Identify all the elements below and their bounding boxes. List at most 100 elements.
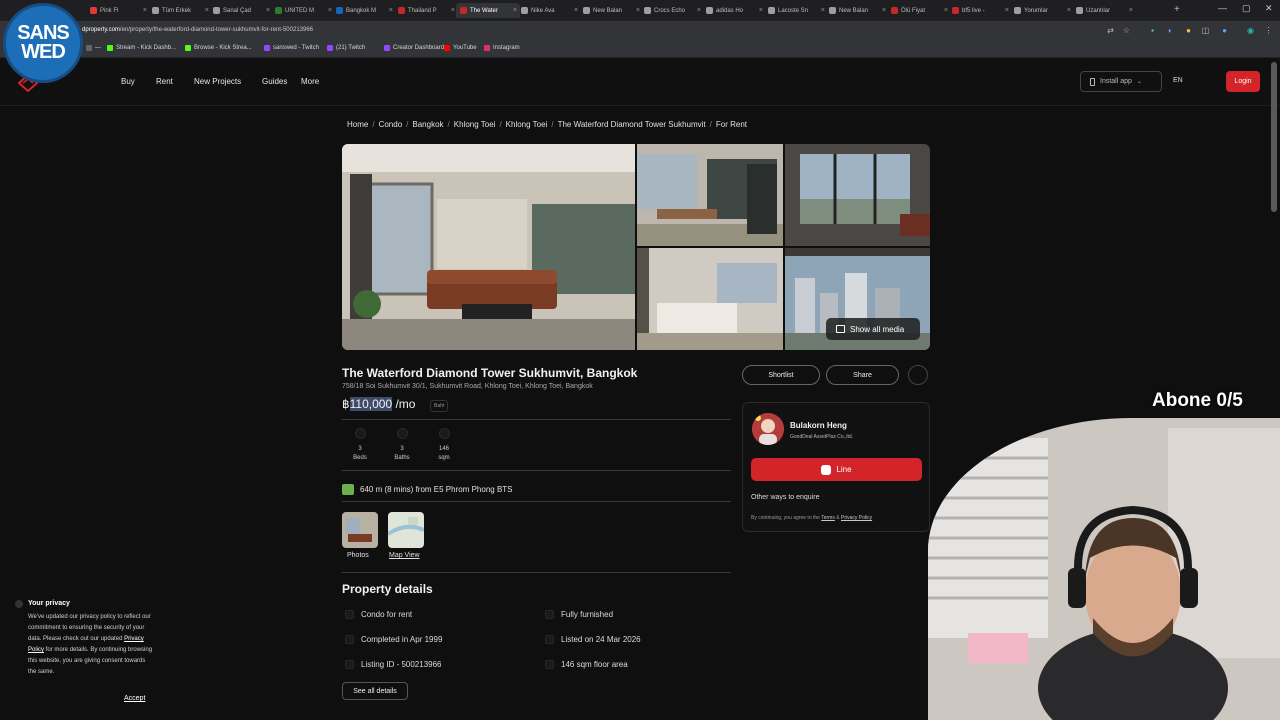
other-ways-link[interactable]: Other ways to enquire (751, 494, 819, 501)
sync-icon[interactable]: ◉ (1246, 26, 1255, 35)
bookmark-item[interactable]: sanswed - Twitch (264, 45, 319, 51)
browser-tab[interactable]: Lacoste Sn × (764, 3, 828, 18)
close-tab-icon[interactable]: × (1005, 7, 1009, 14)
browser-tab[interactable]: UNITED M × (271, 3, 335, 18)
extension-icon[interactable]: ▪ (1148, 26, 1157, 35)
agent-avatar[interactable] (752, 413, 784, 445)
terms-link[interactable]: Terms (821, 515, 835, 521)
profile-dot-icon[interactable]: ● (1184, 26, 1193, 35)
feature-beds: 3 Beds (343, 428, 377, 463)
nav-new-projects[interactable]: New Projects (194, 77, 241, 86)
maximize-icon[interactable]: ▢ (1242, 3, 1251, 14)
browser-tab[interactable]: Yorumlar × (1010, 3, 1074, 18)
bookmark-item[interactable]: Browse - Kick Strea... (185, 45, 252, 51)
close-window-icon[interactable]: ✕ (1265, 3, 1273, 14)
divider (342, 470, 731, 471)
more-options-button[interactable] (908, 365, 928, 385)
gallery-photo-view[interactable] (785, 144, 930, 246)
browser-tab[interactable]: Nike Ava × (517, 3, 581, 18)
close-tab-icon[interactable]: × (266, 7, 270, 14)
close-tab-icon[interactable]: × (697, 7, 701, 14)
account-icon[interactable]: ● (1220, 26, 1229, 35)
address-bar[interactable]: ‹ › ↻ dproperty.com/en/property/the-wate… (0, 21, 1280, 41)
browser-tab[interactable]: Uzantılar × (1072, 3, 1136, 18)
share-button[interactable]: Share (826, 365, 899, 385)
breadcrumb-item[interactable]: Condo (379, 120, 403, 129)
browser-tab[interactable]: Bangkok M × (332, 3, 396, 18)
show-all-media-button[interactable]: Show all media (826, 318, 920, 340)
currency-tag[interactable]: Baht (430, 400, 449, 412)
breadcrumb-item[interactable]: The Waterford Diamond Tower Sukhumvit (558, 120, 706, 129)
browser-tab[interactable]: Tüm Erkek × (148, 3, 212, 18)
map-thumbnail[interactable] (388, 512, 424, 548)
close-tab-icon[interactable]: × (1067, 7, 1071, 14)
close-tab-icon[interactable]: × (759, 7, 763, 14)
install-app-button[interactable]: Install app ⌄ (1080, 71, 1162, 92)
close-tab-icon[interactable]: × (143, 7, 147, 14)
photos-label[interactable]: Photos (347, 552, 369, 559)
privacy-policy-link[interactable]: Privacy Policy (841, 515, 872, 521)
audio-icon[interactable]: ◖ (1165, 26, 1174, 35)
browser-tab[interactable]: Ölü Fiyat × (887, 3, 951, 18)
nav-more[interactable]: More (301, 77, 319, 86)
breadcrumb-item[interactable]: Khlong Toei (506, 120, 548, 129)
bookmark-item[interactable]: Stream - Kick Dashb... (107, 45, 176, 51)
detail-item: Condo for rent (345, 610, 412, 619)
breadcrumb-separator: / (709, 120, 712, 129)
bookmark-item[interactable]: Creator Dashboard (384, 45, 444, 51)
gallery-photo-kitchen[interactable] (637, 144, 783, 246)
minimize-icon[interactable]: — (1218, 3, 1227, 13)
shortlist-button[interactable]: Shortlist (742, 365, 820, 385)
area-icon (438, 428, 450, 439)
login-button[interactable]: Login (1226, 71, 1260, 92)
url-text[interactable]: dproperty.com/en/property/the-waterford-… (82, 27, 313, 33)
bookmark-label: Instagram (493, 45, 520, 51)
star-icon[interactable]: ☆ (1122, 26, 1131, 35)
bookmark-item[interactable]: (21) Twitch (327, 45, 365, 51)
nav-rent[interactable]: Rent (156, 77, 173, 86)
breadcrumb-separator: / (551, 120, 554, 129)
close-tab-icon[interactable]: × (574, 7, 578, 14)
browser-tab[interactable]: New Balan × (579, 3, 643, 18)
gallery-photo-bedroom[interactable] (637, 248, 783, 350)
accept-button[interactable]: Accept (124, 695, 145, 702)
currency-symbol: ฿ (342, 397, 350, 411)
nav-guides[interactable]: Guides (262, 77, 287, 86)
close-tab-icon[interactable]: × (389, 7, 393, 14)
breadcrumb-item[interactable]: Home (347, 120, 368, 129)
tab-favicon-icon (213, 7, 220, 14)
browser-tab[interactable]: adidas Ho × (702, 3, 766, 18)
page-scrollbar[interactable] (1271, 62, 1277, 212)
close-tab-icon[interactable]: × (1129, 7, 1133, 14)
browser-tab[interactable]: Sanal Çad × (209, 3, 273, 18)
bookmark-item[interactable]: YouTube (444, 45, 477, 51)
map-view-link[interactable]: Map View (389, 552, 420, 559)
browser-tab[interactable]: The Water × (456, 3, 520, 18)
gallery-photo-main[interactable] (342, 144, 635, 350)
translate-icon[interactable]: ⇄ (1106, 26, 1115, 35)
language-selector[interactable]: EN (1173, 77, 1183, 84)
close-tab-icon[interactable]: × (882, 7, 886, 14)
tab-label: Crocs Echo (654, 7, 686, 14)
see-all-details-button[interactable]: See all details (342, 682, 408, 700)
browser-tab[interactable]: Crocs Echo × (640, 3, 704, 18)
breadcrumb-item[interactable]: Khlong Toei (454, 120, 496, 129)
browser-tab[interactable]: Pink Fl × (86, 3, 150, 18)
bookmark-item[interactable]: — (86, 45, 101, 51)
extensions-puzzle-icon[interactable]: ◫ (1201, 26, 1210, 35)
menu-icon[interactable]: ⋮ (1264, 26, 1273, 35)
bath-icon (396, 428, 408, 439)
photos-thumbnail[interactable] (342, 512, 378, 548)
close-tab-icon[interactable]: × (451, 7, 455, 14)
breadcrumb-item[interactable]: Bangkok (412, 120, 443, 129)
browser-tab[interactable]: Thailand P × (394, 3, 458, 18)
agent-name[interactable]: Bulakorn Heng (790, 421, 847, 430)
browser-tab[interactable]: bf5 live - × (948, 3, 1012, 18)
tab-favicon-icon (768, 7, 775, 14)
nav-buy[interactable]: Buy (121, 77, 135, 86)
new-tab-icon[interactable]: + (1174, 4, 1180, 15)
browser-tab[interactable]: New Balan × (825, 3, 889, 18)
bookmark-item[interactable]: Instagram (484, 45, 520, 51)
line-contact-button[interactable]: Line (751, 458, 922, 481)
detail-text: 146 sqm floor area (561, 660, 628, 669)
